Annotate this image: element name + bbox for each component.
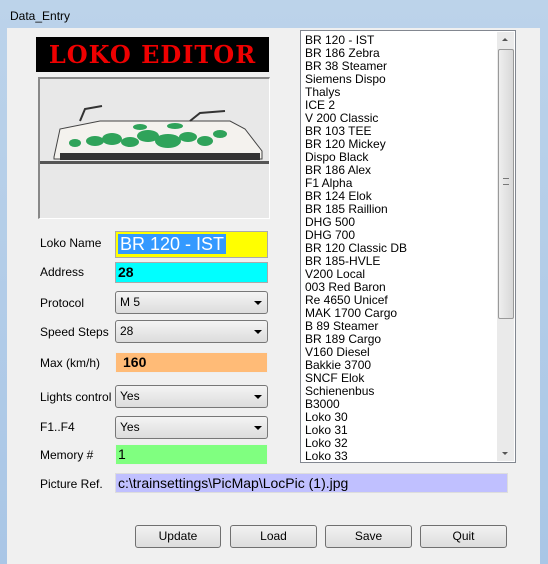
- listbox-scrollbar[interactable]: [497, 32, 514, 461]
- window: Data_Entry LOKO EDITOR Loko Name BR 120 …: [0, 0, 548, 564]
- lights-control-dropdown[interactable]: Yes: [115, 385, 268, 408]
- update-button[interactable]: Update: [135, 525, 221, 548]
- lights-control-value: Yes: [120, 389, 140, 403]
- client-area: LOKO EDITOR Loko Name BR 120 - IST Addre…: [7, 28, 540, 564]
- chevron-down-icon: [254, 395, 262, 399]
- picture-ref-label: Picture Ref.: [40, 477, 103, 491]
- chevron-down-icon: [254, 301, 262, 305]
- lights-control-label: Lights control: [40, 390, 112, 404]
- load-button[interactable]: Load: [230, 525, 317, 548]
- protocol-label: Protocol: [40, 296, 85, 310]
- protocol-dropdown[interactable]: M 5: [115, 291, 268, 314]
- loko-editor-banner: LOKO EDITOR: [36, 37, 269, 72]
- f1-f4-label: F1..F4: [40, 420, 75, 434]
- list-item[interactable]: Loko 33: [305, 450, 348, 463]
- scrollbar-thumb[interactable]: [498, 49, 514, 319]
- locomotive-picture: [38, 77, 270, 219]
- max-speed-label: Max (km/h): [40, 356, 100, 370]
- scroll-up-arrow-icon[interactable]: [502, 38, 508, 41]
- window-title: Data_Entry: [10, 9, 71, 23]
- quit-button[interactable]: Quit: [420, 525, 507, 548]
- grip-icon: [503, 178, 509, 185]
- picture-ref-input[interactable]: c:\trainsettings\PicMap\LocPic (1).jpg: [115, 473, 508, 493]
- loko-name-input[interactable]: BR 120 - IST: [115, 231, 268, 258]
- max-speed-input[interactable]: 160: [115, 352, 268, 373]
- f1-f4-value: Yes: [120, 420, 140, 434]
- memory-input[interactable]: 1: [115, 444, 268, 465]
- speed-steps-dropdown[interactable]: 28: [115, 320, 268, 343]
- protocol-value: M 5: [120, 295, 141, 309]
- chevron-down-icon: [254, 330, 262, 334]
- chevron-down-icon: [254, 426, 262, 430]
- memory-label: Memory #: [40, 448, 94, 462]
- save-button[interactable]: Save: [325, 525, 412, 548]
- address-input[interactable]: 28: [115, 262, 268, 283]
- speed-steps-value: 28: [120, 324, 134, 338]
- f1-f4-dropdown[interactable]: Yes: [115, 416, 268, 439]
- loko-listbox[interactable]: BR 120 - IST BR 186 Zebra BR 38 Steamer Sie…: [300, 30, 516, 463]
- address-label: Address: [40, 265, 85, 279]
- loko-name-label: Loko Name: [40, 236, 102, 250]
- speed-steps-label: Speed Steps: [40, 325, 109, 339]
- scroll-down-arrow-icon[interactable]: [502, 452, 508, 455]
- loko-name-value: BR 120 - IST: [118, 234, 227, 254]
